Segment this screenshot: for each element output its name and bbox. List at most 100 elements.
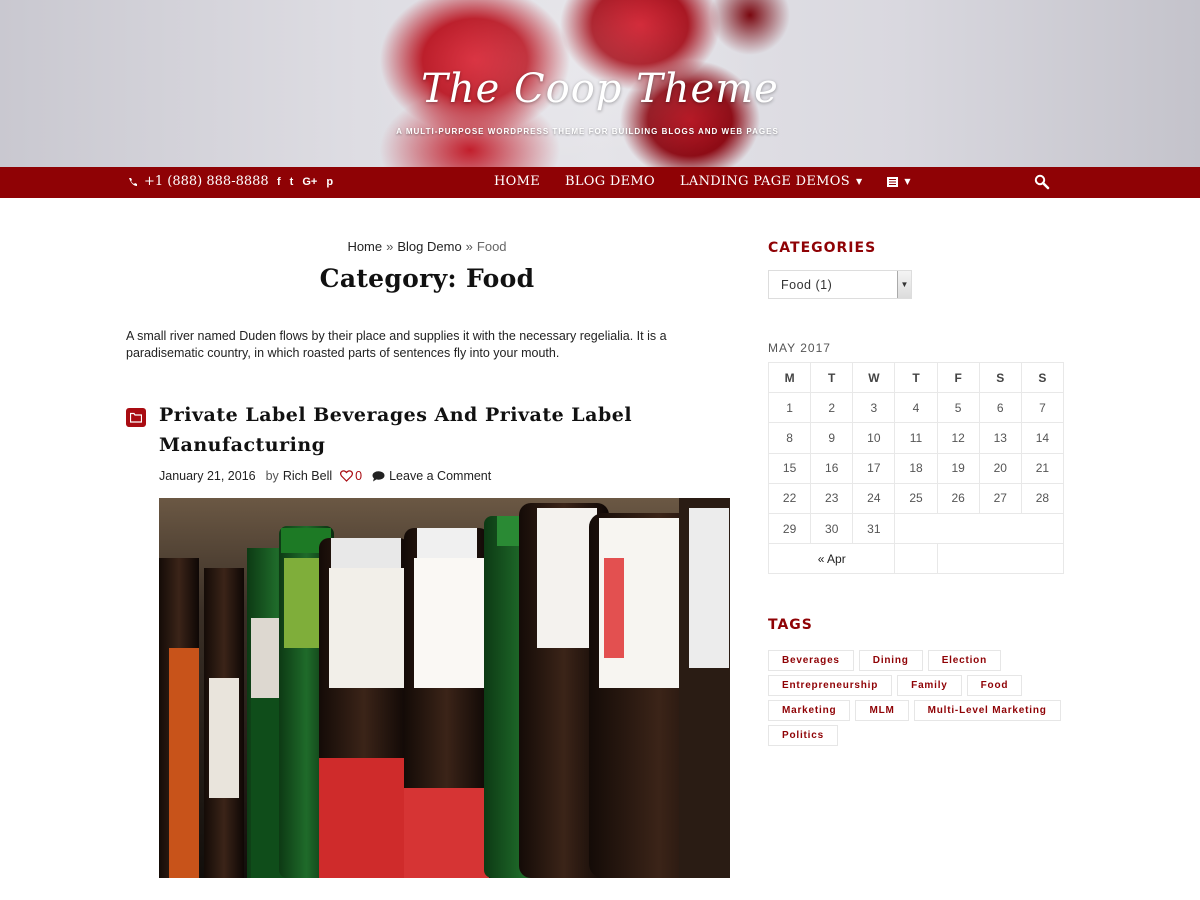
calendar-day: 30: [810, 512, 854, 545]
tag-cloud: Beverages Dining Election Entrepreneursh…: [768, 650, 1068, 746]
breadcrumb: Home» Blog Demo» Food: [127, 239, 727, 254]
calendar-day: 15: [767, 452, 812, 484]
tag-link[interactable]: Politics: [768, 725, 838, 746]
chevron-down-icon: ▼: [897, 271, 911, 298]
breadcrumb-separator: »: [386, 239, 394, 254]
tag-link[interactable]: Entrepreneurship: [768, 675, 893, 696]
post-byline: by: [265, 469, 279, 483]
header-banner: The Coop Theme A MULTI-PURPOSE WORDPRESS…: [0, 0, 1200, 167]
tag-link[interactable]: Food: [966, 675, 1023, 696]
category-select[interactable]: Food (1) ▼: [768, 270, 912, 299]
calendar-day: 16: [810, 452, 854, 484]
tag-link[interactable]: Dining: [858, 650, 923, 671]
calendar-prev-month-link[interactable]: « Apr: [767, 543, 896, 575]
tag-link[interactable]: Beverages: [768, 650, 854, 671]
calendar-caption: MAY 2017: [768, 341, 831, 355]
nav-item-landing-page-demos[interactable]: LANDING PAGE DEMOS ▼: [680, 174, 862, 189]
like-count: 0: [355, 469, 363, 483]
tag-link[interactable]: MLM: [855, 700, 909, 721]
calendar-day: 27: [978, 482, 1022, 514]
tag-link[interactable]: Marketing: [768, 700, 851, 721]
nav-item-blog-demo[interactable]: BLOG DEMO: [565, 174, 655, 189]
tag-link[interactable]: Election: [927, 650, 1001, 671]
main-navbar: +1 (888) 888-8888 f t G+ p HOME BLOG DEM…: [0, 167, 1200, 198]
breadcrumb-blog-link[interactable]: Blog Demo: [397, 239, 461, 254]
post-title-link[interactable]: Private Label Beverages And Private Labe…: [159, 400, 679, 460]
category-select-value: Food (1): [781, 278, 833, 292]
calendar: M T W T F S S 1 2 3 4 5 6 7 8 9 10 11 12…: [767, 361, 1065, 575]
page-title: Category: Food: [319, 264, 535, 293]
calendar-day: 11: [894, 422, 938, 454]
post-date[interactable]: January 21, 2016: [159, 469, 256, 483]
nav-item-label: BLOG DEMO: [565, 174, 655, 189]
breadcrumb-home-link[interactable]: Home: [347, 239, 382, 254]
categories-heading: CATEGORIES: [768, 240, 877, 256]
calendar-weekday: F: [936, 361, 980, 394]
phone-number: +1 (888) 888-8888: [144, 174, 269, 189]
calendar-next-month-cell: [936, 543, 1065, 575]
breadcrumb-current: Food: [476, 239, 507, 254]
post-meta: January 21, 2016 by Rich Bell 0 Leave a …: [159, 469, 491, 483]
beer-bottles-photo: [159, 498, 730, 878]
calendar-day: 23: [810, 482, 854, 514]
primary-menu: HOME BLOG DEMO LANDING PAGE DEMOS ▼ ▼: [494, 174, 911, 189]
search-icon[interactable]: [1034, 174, 1050, 190]
nav-item-more-menu[interactable]: ▼: [887, 174, 911, 189]
calendar-weekday: W: [852, 361, 896, 394]
category-description: A small river named Duden flows by their…: [126, 329, 667, 360]
breadcrumb-separator: »: [465, 239, 473, 254]
calendar-day: 7: [1020, 392, 1065, 424]
calendar-empty-cell: [894, 543, 938, 575]
calendar-day: 24: [852, 482, 896, 514]
pinterest-icon[interactable]: p: [326, 176, 333, 188]
calendar-day: 4: [894, 392, 938, 424]
calendar-day: 18: [894, 452, 938, 484]
post-author-link[interactable]: Rich Bell: [283, 469, 332, 483]
twitter-icon[interactable]: t: [290, 176, 294, 188]
calendar-day: 21: [1020, 452, 1065, 484]
calendar-day: 3: [852, 392, 896, 424]
phone-contact[interactable]: +1 (888) 888-8888: [128, 174, 269, 189]
tag-link[interactable]: Family: [897, 675, 962, 696]
calendar-weekday: S: [1020, 361, 1065, 394]
calendar-day: 25: [894, 482, 938, 514]
calendar-day: 14: [1020, 422, 1065, 454]
facebook-icon[interactable]: f: [277, 176, 281, 188]
calendar-day: 22: [767, 482, 812, 514]
calendar-day: 13: [978, 422, 1022, 454]
caret-down-icon: ▼: [855, 177, 863, 186]
tags-heading: TAGS: [768, 617, 813, 633]
calendar-day: 1: [767, 392, 812, 424]
social-links: f t G+ p: [277, 176, 333, 188]
caret-down-icon: ▼: [904, 177, 911, 186]
comments-link[interactable]: Leave a Comment: [372, 469, 491, 483]
nav-item-label: LANDING PAGE DEMOS: [679, 174, 850, 189]
phone-icon: [129, 177, 137, 186]
site-tagline: A MULTI-PURPOSE WORDPRESS THEME FOR BUIL…: [396, 127, 779, 136]
calendar-day: 31: [852, 512, 896, 545]
calendar-day: 5: [936, 392, 980, 424]
calendar-weekday: T: [894, 361, 938, 394]
calendar-empty-cell: [894, 512, 1064, 545]
calendar-day: 9: [810, 422, 854, 454]
comments-label: Leave a Comment: [389, 469, 492, 483]
tag-link[interactable]: Multi-Level Marketing: [913, 700, 1061, 721]
calendar-day: 28: [1020, 482, 1065, 514]
nav-item-home[interactable]: HOME: [494, 174, 540, 189]
calendar-day: 17: [852, 452, 896, 484]
calendar-day: 12: [936, 422, 980, 454]
calendar-day: 26: [936, 482, 980, 514]
calendar-day: 6: [978, 392, 1022, 424]
calendar-day: 10: [852, 422, 896, 454]
calendar-day: 8: [767, 422, 812, 454]
calendar-weekday: T: [810, 361, 854, 394]
heart-icon: [340, 470, 354, 482]
nav-item-label: HOME: [494, 174, 540, 189]
calendar-day: 2: [810, 392, 854, 424]
like-button[interactable]: 0: [340, 469, 362, 483]
post-featured-image[interactable]: [159, 498, 730, 878]
site-title[interactable]: The Coop Theme: [0, 66, 1200, 112]
calendar-day: 29: [767, 512, 812, 545]
google-plus-icon[interactable]: G+: [302, 176, 317, 188]
calendar-day: 19: [936, 452, 980, 484]
